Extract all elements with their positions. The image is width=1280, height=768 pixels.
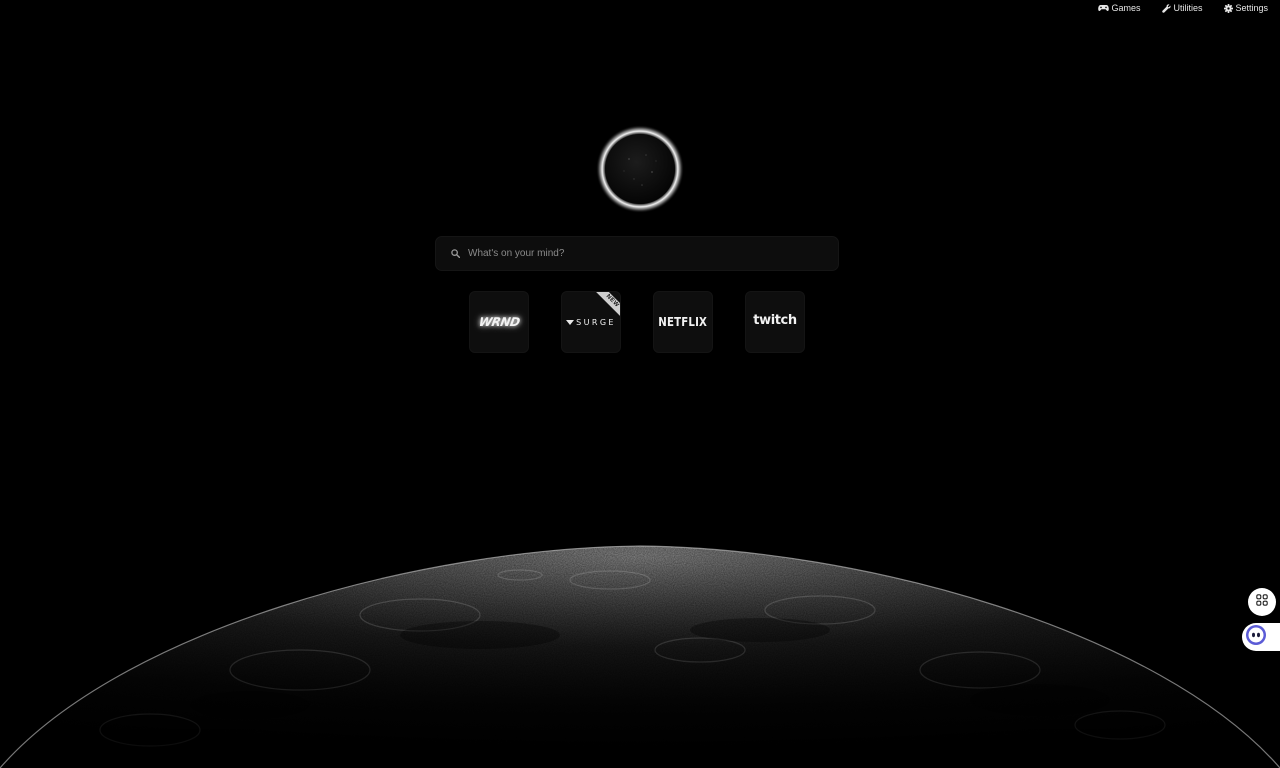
shortcut-twitch[interactable]: twitch [745,291,805,353]
chat-bot-button[interactable] [1242,623,1280,651]
search-bar [435,236,839,271]
twitch-logo: twitch [753,312,797,328]
gamepad-icon [1098,4,1110,12]
shortcut-tiles: WRND NEW SURGE NETFLIX twitch [469,291,805,353]
netflix-logo: NETFLIX [658,315,708,329]
nav-utilities[interactable]: Utilities [1162,3,1202,13]
surge-label: SURGE [576,317,616,327]
apps-grid-icon [1256,593,1268,611]
search-icon [451,249,460,258]
chat-bot-icon [1245,624,1267,651]
moon-horizon-image [0,540,1280,768]
gear-icon [1224,3,1234,13]
eclipse-logo-icon [596,125,684,213]
search-input[interactable] [466,247,810,260]
apps-button[interactable] [1248,588,1276,616]
shortcut-netflix[interactable]: NETFLIX [653,291,713,353]
surge-mark-icon [566,319,575,325]
nav-games-label: Games [1111,3,1141,13]
wrnd-logo: WRND [477,315,521,329]
nav-games[interactable]: Games [1098,3,1140,13]
nav-settings[interactable]: Settings [1224,3,1268,13]
shortcut-surge[interactable]: NEW SURGE [561,291,621,353]
top-navigation: Games Utilities Settings [1098,3,1268,13]
shortcut-wrnd[interactable]: WRND [469,291,529,353]
new-badge: NEW [593,292,620,321]
surge-logo: SURGE [566,318,616,327]
new-tab-page: Games Utilities Settings What's on your … [0,0,1280,768]
wrench-icon [1162,3,1172,13]
nav-utilities-label: Utilities [1173,3,1203,13]
nav-settings-label: Settings [1235,3,1268,13]
